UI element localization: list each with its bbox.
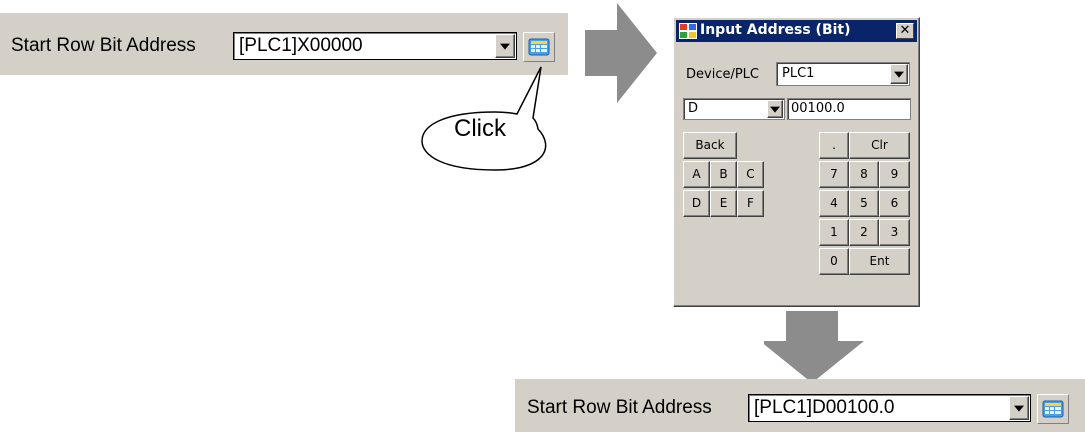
address-input[interactable]: 00100.0 [787,98,911,120]
after-address-value: [PLC1]D00100.0 [754,397,895,418]
click-callout-text: Click [454,115,506,142]
key-2[interactable]: 2 [849,219,879,246]
key-c[interactable]: C [737,161,764,188]
key-7[interactable]: 7 [819,161,849,188]
keypad-icon [1042,400,1064,418]
keypad-icon [528,38,550,56]
key-back[interactable]: Back [683,132,737,159]
before-address-combobox[interactable]: [PLC1]X00000 [233,32,517,60]
key-9[interactable]: 9 [879,161,910,188]
key-f[interactable]: F [737,190,764,217]
key-dot[interactable]: . [819,132,849,159]
key-4[interactable]: 4 [819,190,849,217]
key-d[interactable]: D [683,190,710,217]
key-e[interactable]: E [710,190,737,217]
device-type-select[interactable]: D [683,98,785,120]
dialog-titlebar: Input Address (Bit) ✕ [676,20,917,42]
key-3[interactable]: 3 [879,219,910,246]
arrow-right-icon [585,3,657,103]
before-address-value: [PLC1]X00000 [239,35,363,56]
after-address-label: Start Row Bit Address [527,397,712,418]
key-1[interactable]: 1 [819,219,849,246]
address-input-value: 00100.0 [791,101,845,116]
key-5[interactable]: 5 [849,190,879,217]
key-0[interactable]: 0 [819,248,849,275]
after-address-bar: Start Row Bit Address [PLC1]D00100.0 [515,379,1085,432]
device-plc-dropdown-button[interactable] [890,64,908,84]
device-type-value: D [688,101,699,116]
key-clr[interactable]: Clr [849,132,910,159]
key-b[interactable]: B [710,161,737,188]
before-dropdown-button[interactable] [495,34,515,58]
before-keypad-button[interactable] [523,32,555,62]
after-keypad-button[interactable] [1037,394,1069,424]
key-8[interactable]: 8 [849,161,879,188]
dropdown-arrow-icon [770,106,780,113]
dialog-close-button[interactable]: ✕ [896,23,914,39]
device-type-dropdown-button[interactable] [767,100,783,118]
key-6[interactable]: 6 [879,190,910,217]
window-icon [679,23,697,39]
dropdown-arrow-icon [500,43,510,50]
close-icon: ✕ [899,23,911,38]
before-address-label: Start Row Bit Address [11,35,196,56]
after-address-combobox[interactable]: [PLC1]D00100.0 [748,394,1031,422]
input-address-dialog: Input Address (Bit) ✕ Device/PLC PLC1 D … [673,17,920,307]
after-dropdown-button[interactable] [1009,396,1029,420]
dropdown-arrow-icon [894,71,904,78]
device-plc-value: PLC1 [782,66,815,81]
device-plc-select[interactable]: PLC1 [776,62,910,86]
key-a[interactable]: A [683,161,710,188]
arrow-down-icon [764,311,864,383]
key-ent[interactable]: Ent [849,248,910,275]
dialog-title: Input Address (Bit) [700,22,851,38]
device-plc-label: Device/PLC [686,67,759,82]
dropdown-arrow-icon [1014,405,1024,412]
